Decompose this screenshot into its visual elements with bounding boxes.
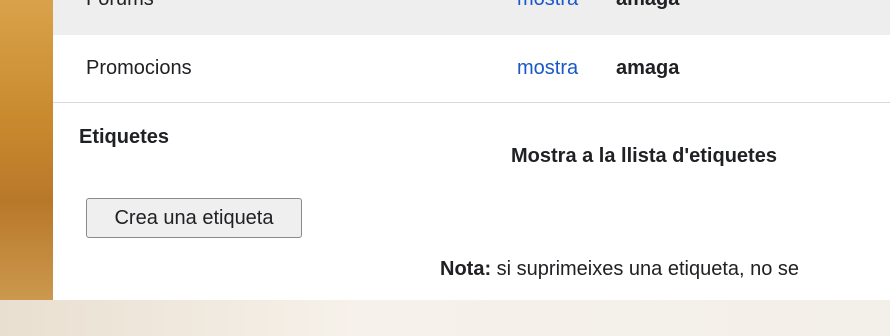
hide-option[interactable]: amaga (616, 57, 679, 80)
create-label-button[interactable]: Crea una etiqueta (86, 198, 302, 238)
category-row-promotions: Promocions mostra amaga (53, 35, 890, 103)
category-label: Fòrums (86, 0, 154, 11)
note-text: si suprimeixes una etiqueta, no se (491, 258, 800, 280)
labels-section-title: Etiquetes (79, 126, 170, 148)
show-link[interactable]: mostra (517, 0, 578, 11)
background-wallpaper-bottom (0, 300, 890, 336)
note-prefix: Nota: (440, 258, 492, 280)
background-wallpaper-left (0, 0, 56, 336)
show-link[interactable]: mostra (517, 57, 578, 80)
delete-label-note: Nota: si suprimeixes una etiqueta, no se (440, 258, 799, 281)
category-label: Promocions (86, 57, 192, 79)
category-row-forums: Fòrums mostra amaga (53, 0, 890, 35)
settings-panel: Fòrums mostra amaga Promocions mostra am… (53, 0, 890, 300)
show-in-label-list-header: Mostra a la llista d'etiquetes (511, 145, 777, 167)
hide-option[interactable]: amaga (616, 0, 679, 11)
